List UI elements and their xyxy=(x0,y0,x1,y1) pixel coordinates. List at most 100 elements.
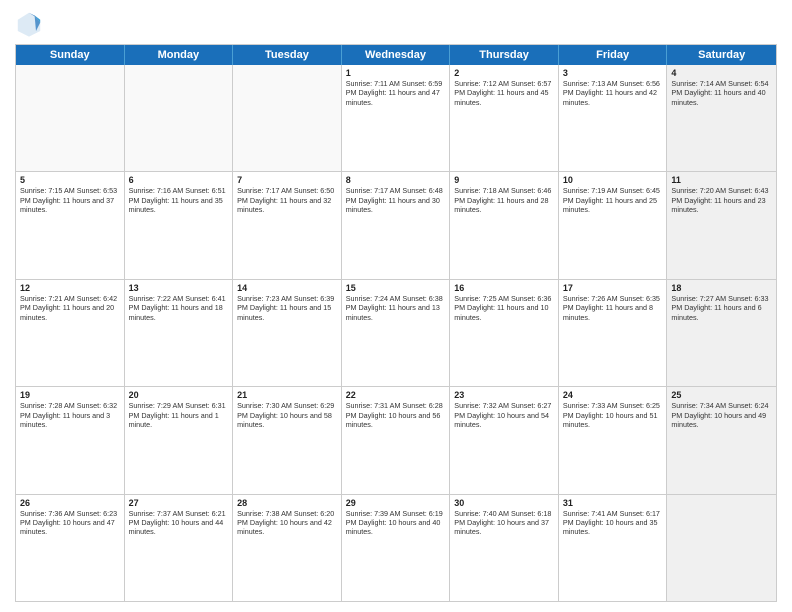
cell-text: Sunrise: 7:27 AM Sunset: 6:33 PM Dayligh… xyxy=(671,294,772,322)
header xyxy=(15,10,777,38)
day-number: 6 xyxy=(129,175,229,185)
cell-text: Sunrise: 7:37 AM Sunset: 6:21 PM Dayligh… xyxy=(129,509,229,537)
day-number: 8 xyxy=(346,175,446,185)
empty-cell-0-1 xyxy=(125,65,234,171)
cell-text: Sunrise: 7:41 AM Sunset: 6:17 PM Dayligh… xyxy=(563,509,663,537)
day-cell-4: 4Sunrise: 7:14 AM Sunset: 6:54 PM Daylig… xyxy=(667,65,776,171)
day-number: 7 xyxy=(237,175,337,185)
day-number: 20 xyxy=(129,390,229,400)
cell-text: Sunrise: 7:30 AM Sunset: 6:29 PM Dayligh… xyxy=(237,401,337,429)
calendar: SundayMondayTuesdayWednesdayThursdayFrid… xyxy=(15,44,777,602)
day-cell-12: 12Sunrise: 7:21 AM Sunset: 6:42 PM Dayli… xyxy=(16,280,125,386)
cell-text: Sunrise: 7:28 AM Sunset: 6:32 PM Dayligh… xyxy=(20,401,120,429)
cell-text: Sunrise: 7:39 AM Sunset: 6:19 PM Dayligh… xyxy=(346,509,446,537)
day-cell-19: 19Sunrise: 7:28 AM Sunset: 6:32 PM Dayli… xyxy=(16,387,125,493)
calendar-row-1: 5Sunrise: 7:15 AM Sunset: 6:53 PM Daylig… xyxy=(16,172,776,279)
cell-text: Sunrise: 7:26 AM Sunset: 6:35 PM Dayligh… xyxy=(563,294,663,322)
day-number: 1 xyxy=(346,68,446,78)
cell-text: Sunrise: 7:16 AM Sunset: 6:51 PM Dayligh… xyxy=(129,186,229,214)
day-number: 19 xyxy=(20,390,120,400)
cell-text: Sunrise: 7:20 AM Sunset: 6:43 PM Dayligh… xyxy=(671,186,772,214)
day-cell-9: 9Sunrise: 7:18 AM Sunset: 6:46 PM Daylig… xyxy=(450,172,559,278)
day-number: 4 xyxy=(671,68,772,78)
day-number: 15 xyxy=(346,283,446,293)
cell-text: Sunrise: 7:31 AM Sunset: 6:28 PM Dayligh… xyxy=(346,401,446,429)
day-number: 13 xyxy=(129,283,229,293)
calendar-body: 1Sunrise: 7:11 AM Sunset: 6:59 PM Daylig… xyxy=(16,65,776,601)
cell-text: Sunrise: 7:14 AM Sunset: 6:54 PM Dayligh… xyxy=(671,79,772,107)
day-cell-8: 8Sunrise: 7:17 AM Sunset: 6:48 PM Daylig… xyxy=(342,172,451,278)
cell-text: Sunrise: 7:40 AM Sunset: 6:18 PM Dayligh… xyxy=(454,509,554,537)
day-cell-10: 10Sunrise: 7:19 AM Sunset: 6:45 PM Dayli… xyxy=(559,172,668,278)
day-cell-24: 24Sunrise: 7:33 AM Sunset: 6:25 PM Dayli… xyxy=(559,387,668,493)
day-cell-16: 16Sunrise: 7:25 AM Sunset: 6:36 PM Dayli… xyxy=(450,280,559,386)
header-cell-monday: Monday xyxy=(125,45,234,65)
cell-text: Sunrise: 7:32 AM Sunset: 6:27 PM Dayligh… xyxy=(454,401,554,429)
cell-text: Sunrise: 7:13 AM Sunset: 6:56 PM Dayligh… xyxy=(563,79,663,107)
cell-text: Sunrise: 7:23 AM Sunset: 6:39 PM Dayligh… xyxy=(237,294,337,322)
day-number: 25 xyxy=(671,390,772,400)
cell-text: Sunrise: 7:12 AM Sunset: 6:57 PM Dayligh… xyxy=(454,79,554,107)
day-number: 24 xyxy=(563,390,663,400)
day-number: 9 xyxy=(454,175,554,185)
day-number: 5 xyxy=(20,175,120,185)
day-number: 11 xyxy=(671,175,772,185)
day-cell-17: 17Sunrise: 7:26 AM Sunset: 6:35 PM Dayli… xyxy=(559,280,668,386)
header-cell-tuesday: Tuesday xyxy=(233,45,342,65)
header-cell-saturday: Saturday xyxy=(667,45,776,65)
day-cell-31: 31Sunrise: 7:41 AM Sunset: 6:17 PM Dayli… xyxy=(559,495,668,601)
day-cell-3: 3Sunrise: 7:13 AM Sunset: 6:56 PM Daylig… xyxy=(559,65,668,171)
cell-text: Sunrise: 7:33 AM Sunset: 6:25 PM Dayligh… xyxy=(563,401,663,429)
cell-text: Sunrise: 7:19 AM Sunset: 6:45 PM Dayligh… xyxy=(563,186,663,214)
day-cell-25: 25Sunrise: 7:34 AM Sunset: 6:24 PM Dayli… xyxy=(667,387,776,493)
day-cell-29: 29Sunrise: 7:39 AM Sunset: 6:19 PM Dayli… xyxy=(342,495,451,601)
day-number: 27 xyxy=(129,498,229,508)
page: SundayMondayTuesdayWednesdayThursdayFrid… xyxy=(0,0,792,612)
calendar-row-4: 26Sunrise: 7:36 AM Sunset: 6:23 PM Dayli… xyxy=(16,495,776,601)
cell-text: Sunrise: 7:25 AM Sunset: 6:36 PM Dayligh… xyxy=(454,294,554,322)
header-cell-wednesday: Wednesday xyxy=(342,45,451,65)
day-cell-22: 22Sunrise: 7:31 AM Sunset: 6:28 PM Dayli… xyxy=(342,387,451,493)
header-cell-friday: Friday xyxy=(559,45,668,65)
day-cell-18: 18Sunrise: 7:27 AM Sunset: 6:33 PM Dayli… xyxy=(667,280,776,386)
day-cell-5: 5Sunrise: 7:15 AM Sunset: 6:53 PM Daylig… xyxy=(16,172,125,278)
header-cell-thursday: Thursday xyxy=(450,45,559,65)
day-number: 26 xyxy=(20,498,120,508)
day-cell-23: 23Sunrise: 7:32 AM Sunset: 6:27 PM Dayli… xyxy=(450,387,559,493)
cell-text: Sunrise: 7:17 AM Sunset: 6:50 PM Dayligh… xyxy=(237,186,337,214)
day-cell-15: 15Sunrise: 7:24 AM Sunset: 6:38 PM Dayli… xyxy=(342,280,451,386)
day-number: 29 xyxy=(346,498,446,508)
day-cell-2: 2Sunrise: 7:12 AM Sunset: 6:57 PM Daylig… xyxy=(450,65,559,171)
day-number: 17 xyxy=(563,283,663,293)
cell-text: Sunrise: 7:15 AM Sunset: 6:53 PM Dayligh… xyxy=(20,186,120,214)
day-number: 18 xyxy=(671,283,772,293)
day-number: 3 xyxy=(563,68,663,78)
cell-text: Sunrise: 7:36 AM Sunset: 6:23 PM Dayligh… xyxy=(20,509,120,537)
day-cell-1: 1Sunrise: 7:11 AM Sunset: 6:59 PM Daylig… xyxy=(342,65,451,171)
calendar-row-0: 1Sunrise: 7:11 AM Sunset: 6:59 PM Daylig… xyxy=(16,65,776,172)
day-cell-13: 13Sunrise: 7:22 AM Sunset: 6:41 PM Dayli… xyxy=(125,280,234,386)
day-number: 10 xyxy=(563,175,663,185)
day-cell-26: 26Sunrise: 7:36 AM Sunset: 6:23 PM Dayli… xyxy=(16,495,125,601)
day-number: 28 xyxy=(237,498,337,508)
cell-text: Sunrise: 7:29 AM Sunset: 6:31 PM Dayligh… xyxy=(129,401,229,429)
cell-text: Sunrise: 7:11 AM Sunset: 6:59 PM Dayligh… xyxy=(346,79,446,107)
day-number: 23 xyxy=(454,390,554,400)
empty-cell-0-0 xyxy=(16,65,125,171)
logo-icon xyxy=(15,10,43,38)
day-cell-30: 30Sunrise: 7:40 AM Sunset: 6:18 PM Dayli… xyxy=(450,495,559,601)
cell-text: Sunrise: 7:38 AM Sunset: 6:20 PM Dayligh… xyxy=(237,509,337,537)
day-number: 21 xyxy=(237,390,337,400)
cell-text: Sunrise: 7:22 AM Sunset: 6:41 PM Dayligh… xyxy=(129,294,229,322)
header-cell-sunday: Sunday xyxy=(16,45,125,65)
day-cell-6: 6Sunrise: 7:16 AM Sunset: 6:51 PM Daylig… xyxy=(125,172,234,278)
day-cell-14: 14Sunrise: 7:23 AM Sunset: 6:39 PM Dayli… xyxy=(233,280,342,386)
day-cell-21: 21Sunrise: 7:30 AM Sunset: 6:29 PM Dayli… xyxy=(233,387,342,493)
day-number: 31 xyxy=(563,498,663,508)
day-number: 12 xyxy=(20,283,120,293)
day-number: 14 xyxy=(237,283,337,293)
day-cell-28: 28Sunrise: 7:38 AM Sunset: 6:20 PM Dayli… xyxy=(233,495,342,601)
cell-text: Sunrise: 7:18 AM Sunset: 6:46 PM Dayligh… xyxy=(454,186,554,214)
day-number: 2 xyxy=(454,68,554,78)
day-number: 30 xyxy=(454,498,554,508)
